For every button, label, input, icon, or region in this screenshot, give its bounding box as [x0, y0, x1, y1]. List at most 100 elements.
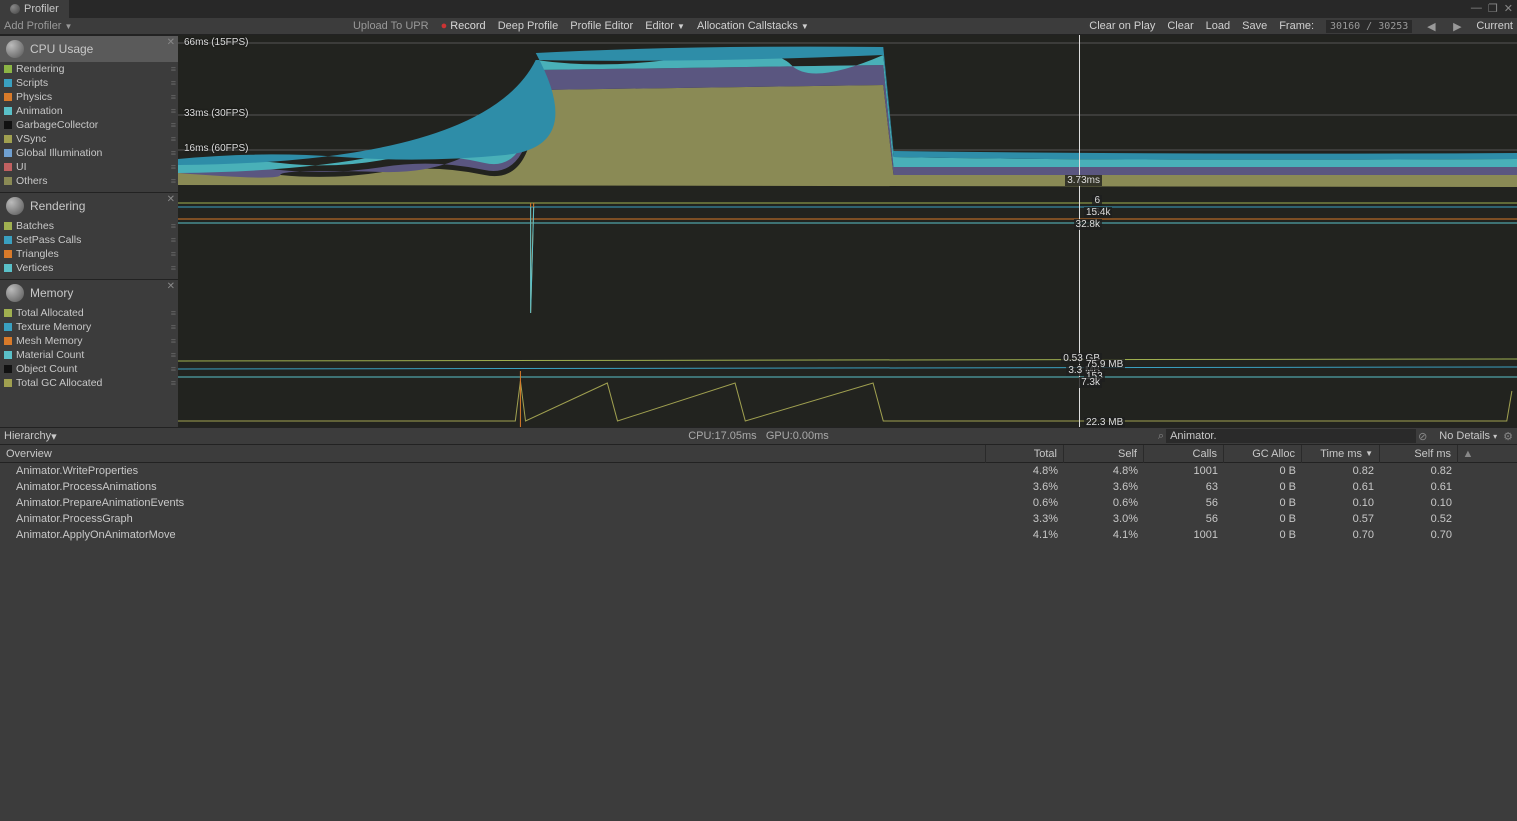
drag-handle-icon[interactable]: ≡ — [171, 235, 174, 245]
legend-item[interactable]: Mesh Memory≡ — [4, 334, 174, 348]
legend-item[interactable]: SetPass Calls≡ — [4, 233, 174, 247]
legend-item[interactable]: Scripts≡ — [4, 76, 174, 90]
col-gc[interactable]: GC Alloc — [1224, 445, 1302, 463]
allocation-dropdown[interactable]: Allocation Callstacks ▼ — [697, 20, 809, 32]
legend-label: Batches — [16, 220, 54, 232]
tick-15fps: 66ms (15FPS) — [184, 37, 248, 48]
legend-label: Total GC Allocated — [16, 377, 102, 389]
current-button[interactable]: Current — [1476, 20, 1513, 32]
legend-item[interactable]: Total Allocated≡ — [4, 306, 174, 320]
drag-handle-icon[interactable]: ≡ — [171, 322, 174, 332]
drag-handle-icon[interactable]: ≡ — [171, 176, 174, 186]
legend-item[interactable]: Vertices ≡ — [4, 261, 174, 275]
legend-item[interactable]: VSync≡ — [4, 132, 174, 146]
frame-field[interactable]: 30160 / 30253 — [1326, 20, 1412, 33]
drag-handle-icon[interactable]: ≡ — [171, 308, 174, 318]
clear-search-icon[interactable]: ⊘ — [1418, 430, 1427, 443]
legend-label: Vertices — [16, 262, 53, 274]
frame-cursor[interactable] — [1079, 193, 1080, 321]
cell-self: 3.6% — [1064, 481, 1144, 493]
col-overview[interactable]: Overview — [0, 445, 986, 463]
module-memory[interactable]: ✕ Memory Total Allocated≡Texture Memory≡… — [0, 279, 178, 427]
table-row[interactable]: Animator.WriteProperties4.8%4.8%10010 B0… — [0, 463, 1517, 479]
frame-cursor[interactable] — [1079, 35, 1080, 193]
table-row[interactable]: Animator.ProcessGraph3.3%3.0%560 B0.570.… — [0, 511, 1517, 527]
legend-item[interactable]: Total GC Allocated ≡ — [4, 376, 174, 390]
drag-handle-icon[interactable]: ≡ — [171, 336, 174, 346]
record-toggle[interactable]: Record — [441, 20, 486, 32]
add-profiler-dropdown[interactable]: Add Profiler ▼ — [4, 20, 72, 32]
rendering-icon — [6, 197, 24, 215]
drag-handle-icon[interactable]: ≡ — [171, 78, 174, 88]
chart-memory[interactable]: 0.53 GB 3.3 MB 75.9 MB 153 7.3k 22.3 MB — [178, 321, 1517, 427]
legend-item[interactable]: Global Illumination≡ — [4, 146, 174, 160]
charts-area[interactable]: Selected: Animators.Update 66ms (15FPS) … — [178, 35, 1517, 427]
col-self[interactable]: Self — [1064, 445, 1144, 463]
chart-rendering[interactable]: 6 6 15.4k 32.8k — [178, 193, 1517, 321]
module-sidebar: ✕ CPU Usage Rendering≡Scripts≡Physics≡An… — [0, 35, 178, 427]
drag-handle-icon[interactable]: ≡ — [171, 364, 174, 374]
drag-handle-icon[interactable]: ≡ — [171, 263, 174, 273]
cell-name: Animator.PrepareAnimationEvents — [0, 497, 986, 509]
close-icon[interactable]: ✕ — [167, 37, 175, 48]
next-frame-button[interactable]: ▶ — [1450, 20, 1464, 33]
deep-profile-toggle[interactable]: Deep Profile — [498, 20, 559, 32]
col-calls[interactable]: Calls — [1144, 445, 1224, 463]
color-swatch — [4, 264, 12, 272]
load-button[interactable]: Load — [1206, 20, 1230, 32]
close-icon[interactable]: ✕ — [167, 281, 175, 292]
maximize-icon[interactable]: ❐ — [1488, 2, 1498, 15]
cell-selfms: 0.61 — [1380, 481, 1458, 493]
legend-item[interactable]: Material Count≡ — [4, 348, 174, 362]
drag-handle-icon[interactable]: ≡ — [171, 92, 174, 102]
legend-item[interactable]: Physics≡ — [4, 90, 174, 104]
col-total[interactable]: Total — [986, 445, 1064, 463]
legend-item[interactable]: Texture Memory≡ — [4, 320, 174, 334]
drag-handle-icon[interactable]: ≡ — [171, 221, 174, 231]
editor-dropdown[interactable]: Editor ▼ — [645, 20, 685, 32]
close-icon[interactable]: ✕ — [1504, 2, 1513, 15]
module-cpu[interactable]: ✕ CPU Usage Rendering≡Scripts≡Physics≡An… — [0, 35, 178, 192]
legend-item[interactable]: Batches ≡ — [4, 219, 174, 233]
minimize-icon[interactable]: — — [1471, 2, 1482, 15]
cell-time: 0.57 — [1302, 513, 1380, 525]
table-row[interactable]: Animator.ApplyOnAnimatorMove4.1%4.1%1001… — [0, 527, 1517, 543]
drag-handle-icon[interactable]: ≡ — [171, 162, 174, 172]
legend-item[interactable]: Animation≡ — [4, 104, 174, 118]
profile-editor-toggle[interactable]: Profile Editor — [570, 20, 633, 32]
module-rendering[interactable]: ✕ Rendering Batches≡SetPass Calls≡Triang… — [0, 192, 178, 279]
module-title: Rendering — [30, 199, 85, 213]
legend-item[interactable]: Others≡ — [4, 174, 174, 188]
table-row[interactable]: Animator.PrepareAnimationEvents0.6%0.6%5… — [0, 495, 1517, 511]
drag-handle-icon[interactable]: ≡ — [171, 148, 174, 158]
upload-button[interactable]: Upload To UPR — [353, 20, 429, 32]
legend-item[interactable]: UI≡ — [4, 160, 174, 174]
drag-handle-icon[interactable]: ≡ — [171, 350, 174, 360]
drag-handle-icon[interactable]: ≡ — [171, 378, 174, 388]
clear-button[interactable]: Clear — [1167, 20, 1193, 32]
prev-frame-button[interactable]: ◀ — [1424, 20, 1438, 33]
drag-handle-icon[interactable]: ≡ — [171, 64, 174, 74]
chart-cpu[interactable]: 66ms (15FPS) 33ms (30FPS) 16ms (60FPS) 3… — [178, 35, 1517, 193]
col-selfms[interactable]: Self ms — [1380, 445, 1458, 463]
legend-item[interactable]: Object Count≡ — [4, 362, 174, 376]
drag-handle-icon[interactable]: ≡ — [171, 249, 174, 259]
details-dropdown[interactable]: No Details ▾ — [1439, 430, 1497, 442]
legend-item[interactable]: Triangles≡ — [4, 247, 174, 261]
gear-icon[interactable]: ⚙ — [1503, 430, 1513, 443]
close-icon[interactable]: ✕ — [167, 194, 175, 205]
table-row[interactable]: Animator.ProcessAnimations3.6%3.6%630 B0… — [0, 479, 1517, 495]
legend-item[interactable]: Rendering≡ — [4, 62, 174, 76]
scroll-indicator[interactable]: ▲ — [1458, 448, 1478, 460]
clear-on-play-button[interactable]: Clear on Play — [1089, 20, 1155, 32]
search-input[interactable] — [1166, 429, 1416, 443]
col-time[interactable]: Time ms ▼ — [1302, 445, 1380, 463]
view-mode-dropdown[interactable]: Hierarchy▾ — [4, 430, 57, 443]
cell-total: 3.3% — [986, 513, 1064, 525]
drag-handle-icon[interactable]: ≡ — [171, 134, 174, 144]
legend-item[interactable]: GarbageCollector≡ — [4, 118, 174, 132]
drag-handle-icon[interactable]: ≡ — [171, 106, 174, 116]
tab-profiler[interactable]: Profiler — [0, 0, 69, 18]
drag-handle-icon[interactable]: ≡ — [171, 120, 174, 130]
save-button[interactable]: Save — [1242, 20, 1267, 32]
